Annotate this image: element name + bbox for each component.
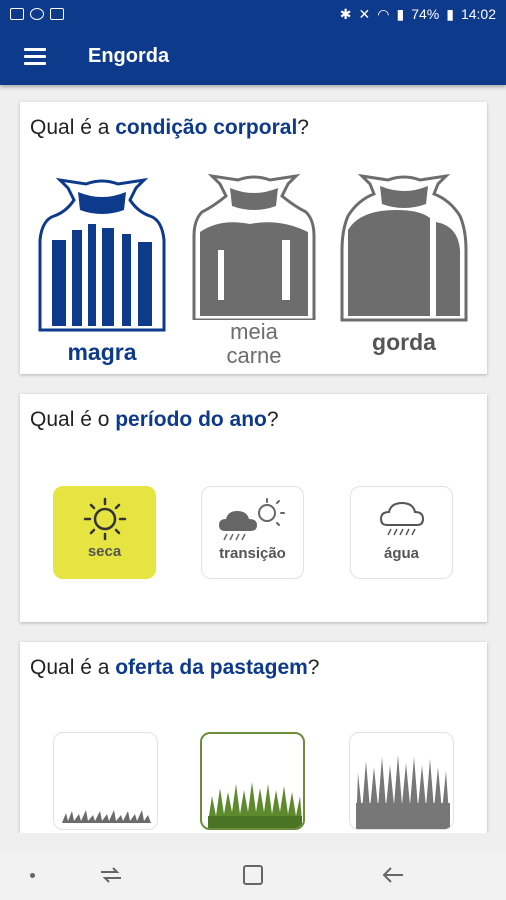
period-option-agua[interactable]: água <box>350 486 453 579</box>
pasture-question: Qual é a oferta da pastagem? <box>30 656 320 679</box>
period-card: Qual é o período do ano? seca transição … <box>20 394 487 622</box>
pasture-option-high[interactable] <box>349 732 454 830</box>
recent-apps-icon <box>101 867 121 883</box>
cloud-sun-rain-icon <box>218 498 285 541</box>
medium-cattle-icon <box>192 173 316 320</box>
body-option-label: meia <box>230 319 278 344</box>
body-condition-question: Qual é a condição corporal? <box>30 116 309 139</box>
signal-icon: ▮ <box>396 5 405 22</box>
body-option-gorda[interactable]: gorda <box>340 170 468 380</box>
period-option-label: transição <box>219 545 286 562</box>
home-square-icon <box>243 865 263 885</box>
gallery-notification-icon <box>10 8 24 20</box>
home-button[interactable] <box>238 862 268 888</box>
battery-percent: 74% <box>411 6 440 22</box>
period-option-transicao[interactable]: transição <box>201 486 304 579</box>
notification-icons <box>10 8 64 20</box>
period-option-label: água <box>383 545 419 562</box>
back-button[interactable] <box>378 862 408 888</box>
period-question: Qual é o período do ano? <box>30 408 279 431</box>
rain-cloud-icon <box>379 501 424 536</box>
back-arrow-icon <box>382 867 403 883</box>
body-option-meia-carne[interactable]: meia carne <box>190 170 318 380</box>
whatsapp-notification-icon <box>30 8 44 20</box>
sun-icon <box>83 497 126 541</box>
app-bar: Engorda <box>0 28 506 85</box>
fat-cattle-icon <box>340 173 468 322</box>
body-option-label: gorda <box>372 329 436 355</box>
dot-icon <box>29 872 35 878</box>
system-navigation-bar <box>0 850 506 900</box>
thin-cattle-icon <box>38 177 166 332</box>
tall-grass-icon <box>356 755 450 829</box>
period-option-seca[interactable]: seca <box>53 486 156 579</box>
menu-button[interactable] <box>0 28 70 85</box>
body-option-magra[interactable]: magra <box>38 170 166 380</box>
bluetooth-icon: ✱ <box>339 5 352 22</box>
page-title: Engorda <box>88 45 170 67</box>
content-scroll-area[interactable]: Qual é a condição corporal? magra meia c… <box>0 85 506 833</box>
short-grass-icon <box>62 810 151 823</box>
battery-icon: ▮ <box>446 5 454 22</box>
medium-grass-icon <box>208 782 302 828</box>
pasture-card: Qual é a oferta da pastagem? <box>20 642 487 833</box>
hamburger-menu-icon <box>24 48 46 51</box>
mute-icon: ✕ <box>358 5 371 22</box>
clock: 14:02 <box>460 6 496 22</box>
period-option-label: seca <box>87 543 122 560</box>
body-condition-card: Qual é a condição corporal? magra meia c… <box>20 102 487 374</box>
recent-apps-button[interactable] <box>96 862 126 888</box>
body-option-label: magra <box>67 339 137 365</box>
wifi-icon: ◠ <box>377 5 390 22</box>
body-option-label-2: carne <box>226 343 282 368</box>
pasture-option-low[interactable] <box>53 732 158 830</box>
status-bar: ✱ ✕ ◠ ▮ 74% ▮ 14:02 <box>0 0 506 28</box>
voicemail-notification-icon <box>50 8 64 20</box>
nav-dot-button[interactable] <box>22 862 42 888</box>
pasture-option-medium[interactable] <box>200 732 305 830</box>
